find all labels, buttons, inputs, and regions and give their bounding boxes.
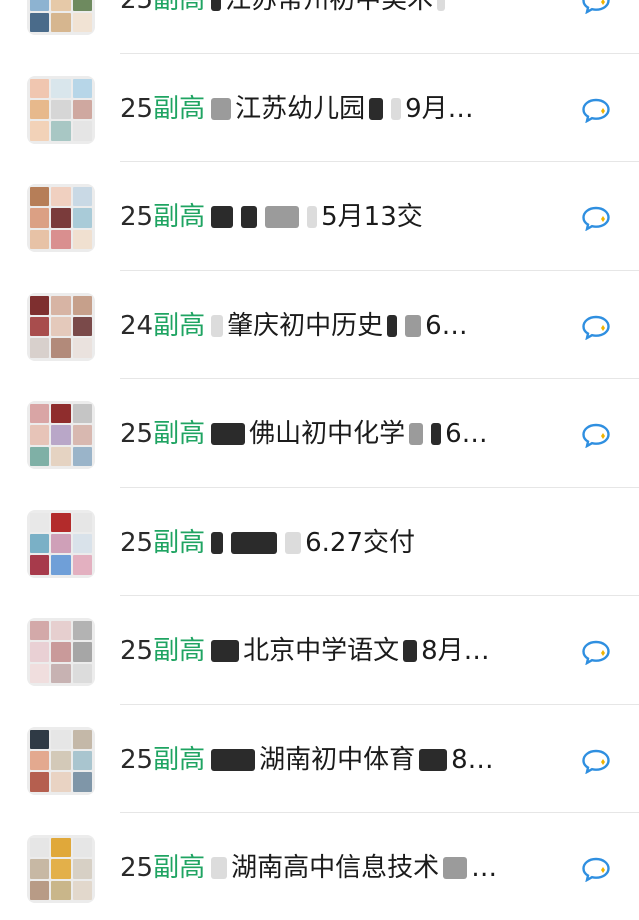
redacted-block [307, 206, 318, 228]
redacted-block [403, 640, 418, 662]
chat-list-item[interactable]: 25 副高 5月13交 [0, 162, 639, 271]
redacted-block [285, 531, 302, 554]
redacted-block [387, 314, 398, 337]
chat-bubble-icon [582, 423, 610, 448]
title-suffix: 5月13交 [321, 202, 423, 232]
chat-list-item[interactable]: 25 副高 湖南高中信息技术 … [0, 813, 639, 920]
chat-bubble-icon [582, 857, 610, 882]
redacted-block [211, 423, 246, 445]
chat-list-item[interactable]: 25 副高 北京中学语文 8月… [0, 596, 639, 705]
title-tag: 副高 [153, 310, 206, 341]
group-avatar [27, 401, 95, 469]
title-text: 佛山初中化学 [249, 419, 406, 449]
chat-title: 25 副高 北京中学语文 8月… [120, 634, 580, 668]
title-count: 25 [120, 853, 154, 883]
redacted-block [443, 857, 468, 879]
redacted-block [211, 531, 224, 554]
title-count: 25 [120, 419, 154, 449]
title-count: 25 [120, 0, 154, 15]
title-tag: 副高 [153, 419, 206, 449]
chat-list-item[interactable]: 25 副高 佛山初中化学 6… [0, 379, 639, 488]
chat-bubble-icon [582, 749, 610, 774]
redacted-block [211, 0, 222, 11]
redacted-block [211, 748, 256, 771]
title-suffix: 9月… [405, 93, 474, 124]
chat-title: 25 副高 6.27交付 [120, 526, 580, 560]
redacted-block [419, 748, 448, 771]
title-count: 25 [120, 93, 154, 124]
chat-bubble-icon [582, 206, 610, 231]
redacted-block [231, 531, 278, 554]
title-tag: 副高 [153, 93, 206, 124]
redacted-block [391, 97, 402, 120]
title-count: 25 [120, 744, 154, 775]
title-count: 25 [120, 636, 154, 666]
title-suffix: 8月… [421, 636, 490, 666]
title-count: 24 [120, 310, 154, 341]
title-text: 湖南高中信息技术 [231, 853, 440, 883]
chat-list-item[interactable]: 25 副高 湖南初中体育 8… [0, 705, 639, 814]
title-count: 25 [120, 202, 154, 232]
redacted-block [405, 314, 422, 337]
title-text: 江苏幼儿园 [235, 93, 366, 124]
chat-bubble-icon [582, 98, 610, 123]
title-suffix: 6… [445, 419, 488, 449]
title-suffix: 8… [451, 744, 494, 775]
redacted-block [211, 857, 228, 879]
title-tag: 副高 [153, 527, 206, 558]
chat-bubble-icon [582, 0, 610, 14]
chat-title: 25 副高 湖南初中体育 8… [120, 743, 580, 777]
title-tag: 副高 [153, 853, 206, 883]
chat-title: 24 副高 肇庆初中历史 6… [120, 309, 580, 343]
redacted-block [437, 0, 446, 11]
group-avatar [27, 75, 95, 144]
group-avatar [27, 618, 95, 686]
chat-title: 25 副高 佛山初中化学 6… [120, 417, 580, 451]
title-suffix: … [471, 853, 498, 883]
chat-title: 25 副高 江苏幼儿园 9月… [120, 92, 580, 126]
redacted-block [211, 314, 224, 337]
chat-list-item[interactable]: 25 副高 江苏幼儿园 9月… [0, 54, 639, 163]
chat-list-item[interactable]: 25 副高 6.27交付 [0, 488, 639, 597]
title-tag: 副高 [153, 202, 206, 232]
title-tag: 副高 [153, 744, 206, 775]
chat-list: 25 副高 江苏常州初中美术 25 副高 江苏幼儿园 9月… 25 副高 5月13交 24 副高 肇庆初… [0, 0, 639, 903]
chat-title: 25 副高 江苏常州初中美术 [120, 0, 580, 17]
chat-bubble-icon [582, 640, 610, 665]
chat-bubble-icon [582, 315, 610, 340]
chat-list-item[interactable]: 24 副高 肇庆初中历史 6… [0, 271, 639, 380]
group-avatar [27, 835, 95, 903]
chat-list-item[interactable]: 25 副高 江苏常州初中美术 [0, 0, 639, 54]
title-text: 湖南初中体育 [259, 744, 416, 775]
chat-title: 25 副高 湖南高中信息技术 … [120, 851, 580, 885]
redacted-block [211, 640, 240, 662]
title-suffix: 6.27交付 [305, 527, 416, 558]
title-text: 肇庆初中历史 [227, 310, 384, 341]
redacted-block [211, 206, 234, 228]
title-count: 25 [120, 527, 154, 558]
title-text: 江苏常州初中美术 [225, 0, 434, 15]
redacted-block [431, 423, 442, 445]
group-avatar [27, 184, 95, 252]
group-avatar [27, 509, 95, 578]
title-text: 北京中学语文 [243, 636, 400, 666]
group-avatar [27, 292, 95, 361]
title-suffix: 6… [425, 310, 468, 341]
redacted-block [265, 206, 300, 228]
group-avatar [27, 0, 95, 35]
group-avatar [27, 726, 95, 795]
title-tag: 副高 [153, 0, 206, 15]
chat-title: 25 副高 5月13交 [120, 200, 580, 234]
redacted-block [211, 97, 232, 120]
redacted-block [369, 97, 384, 120]
title-tag: 副高 [153, 636, 206, 666]
redacted-block [241, 206, 258, 228]
redacted-block [409, 423, 424, 445]
